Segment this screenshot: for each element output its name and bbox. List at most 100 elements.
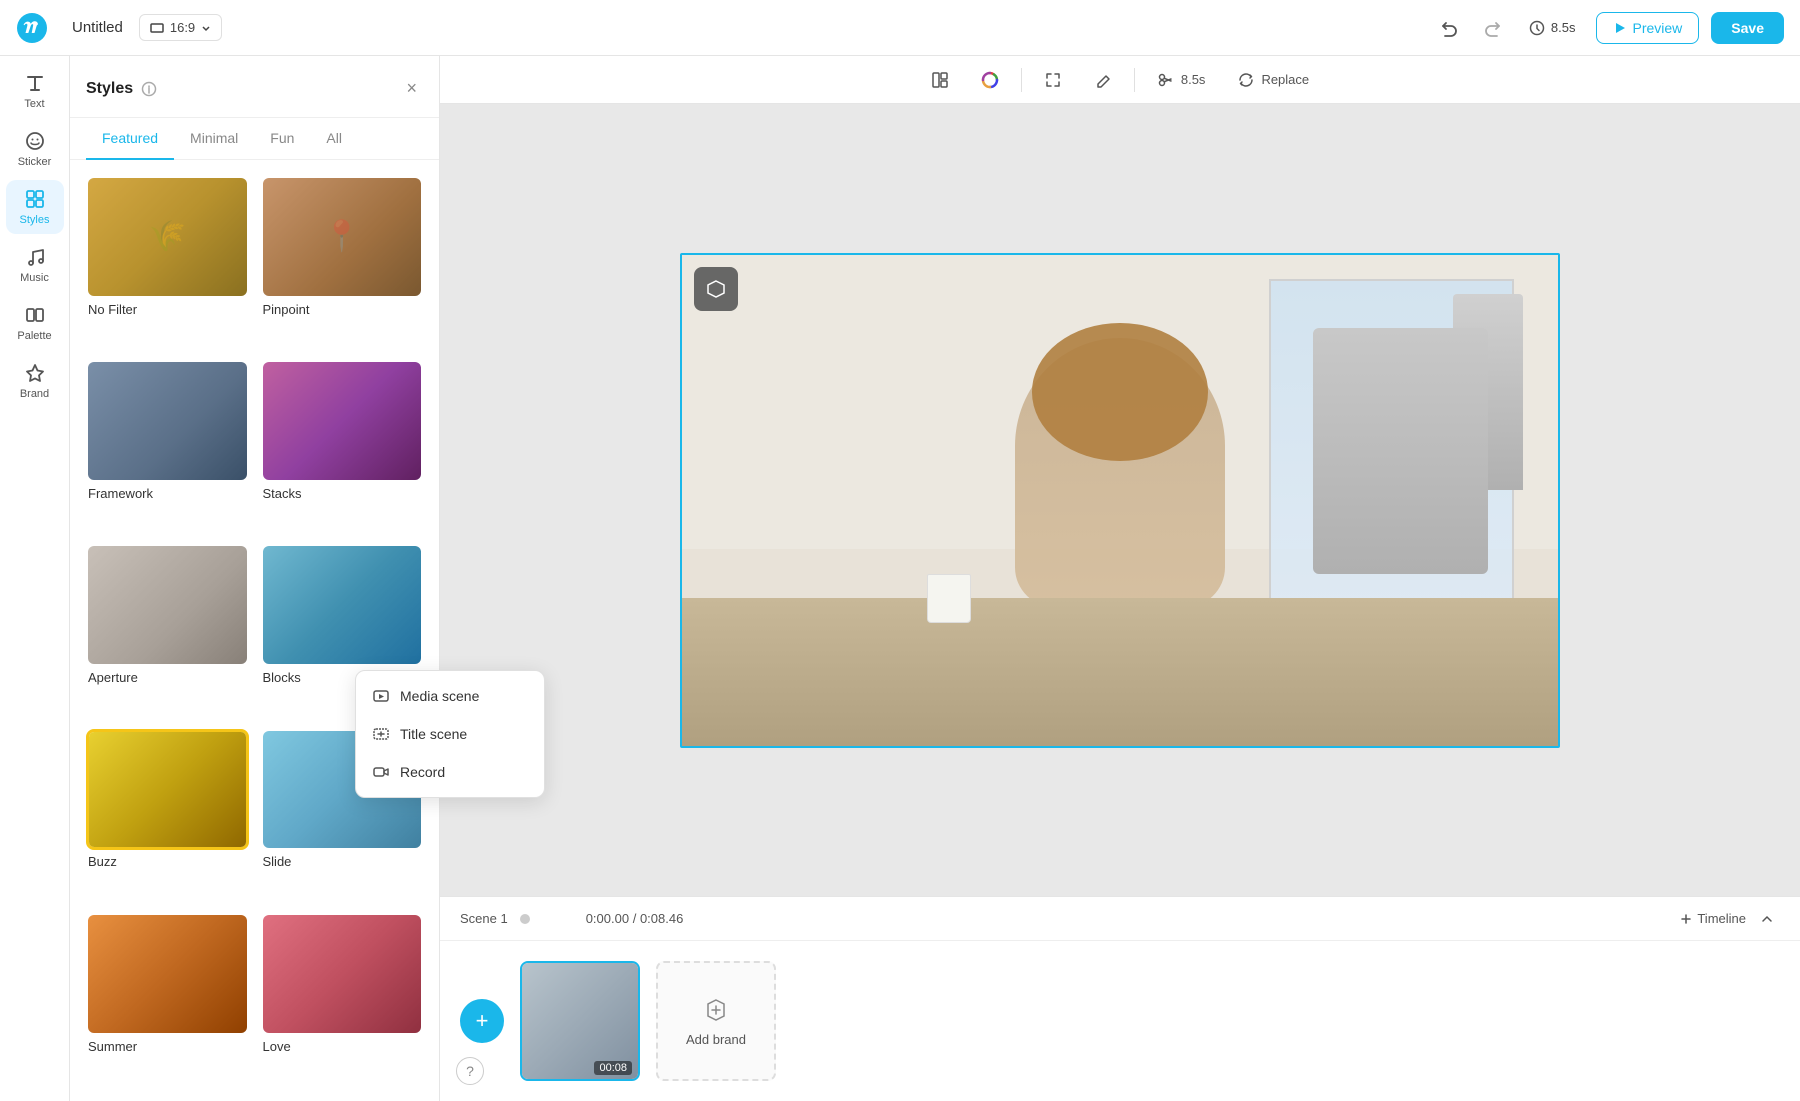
aspect-ratio-button[interactable]: 16:9 [139,14,222,41]
canvas-area: 8.5s Replace [440,56,1800,1101]
dropdown-item-label: Record [400,764,445,780]
desk-surface [682,598,1558,745]
expand-icon [1044,71,1062,89]
canvas-frame[interactable] [680,253,1560,748]
redo-button[interactable] [1477,12,1509,44]
style-thumb-aperture [86,544,249,666]
timeline-controls: Timeline [1679,906,1780,932]
style-item-no-filter[interactable]: 🌾 No Filter [86,176,249,348]
styles-title: Styles [86,80,157,98]
style-label: Buzz [86,854,249,869]
sidebar-item-label: Music [20,272,49,284]
style-label: Stacks [261,486,424,501]
preview-button[interactable]: Preview [1596,12,1700,44]
canvas-badge[interactable] [694,267,738,311]
tab-fun[interactable]: Fun [254,118,310,160]
scene-time: 00:08 [594,1061,632,1075]
style-thumb-stacks [261,360,424,482]
style-label: Summer [86,1039,249,1054]
canvas-toolbar: 8.5s Replace [440,56,1800,104]
dropdown-item-label: Media scene [400,688,479,704]
add-brand-button[interactable]: Add brand [656,961,776,1081]
style-item-pinpoint[interactable]: 📍 Pinpoint [261,176,424,348]
styles-grid: 🌾 No Filter 📍 Pinpoint Framework [70,160,439,1101]
tab-featured[interactable]: Featured [86,118,174,160]
dropdown-item-media-scene[interactable]: Media scene [356,677,544,715]
style-thumb-summer [86,913,249,1035]
styles-header: Styles × [70,56,439,118]
timeline-scene-info: Scene 1 0:00.00 / 0:08.46 [460,911,683,926]
toolbar-divider [1021,68,1022,92]
undo-button[interactable] [1433,12,1465,44]
tab-all[interactable]: All [310,118,358,160]
style-label: Framework [86,486,249,501]
scene-thumbnail[interactable]: 00:08 [520,961,640,1081]
chevron-up-icon [1760,912,1774,926]
sidebar-item-sticker[interactable]: Sticker [6,122,64,176]
record-icon [372,763,390,781]
style-label: Pinpoint [261,302,424,317]
sidebar-item-music[interactable]: Music [6,238,64,292]
timeline-collapse-button[interactable] [1754,906,1780,932]
style-item-aperture[interactable]: Aperture [86,544,249,716]
style-thumb-no-filter: 🌾 [86,176,249,298]
topbar: Untitled 16:9 8.5s [0,0,1800,56]
sidebar-item-text[interactable]: Text [6,64,64,118]
style-thumb-buzz [86,729,249,851]
icon-sidebar: Text Sticker Styles [0,56,70,1101]
style-thumb-pinpoint: 📍 [261,176,424,298]
add-brand-icon [702,996,730,1024]
title-scene-icon [372,725,390,743]
style-label: No Filter [86,302,249,317]
color-button[interactable] [971,65,1009,95]
edit-icon [1094,71,1112,89]
sidebar-item-label: Text [24,98,44,110]
toolbar-divider-2 [1134,68,1135,92]
office-scene-bg [682,255,1558,746]
style-item-stacks[interactable]: Stacks [261,360,424,532]
brand-icon [24,362,46,384]
help-button[interactable]: ? [456,1057,484,1085]
styles-close-button[interactable]: × [400,72,423,105]
music-icon [24,246,46,268]
doc-title[interactable]: Untitled [72,19,123,36]
timeline-content: + 00:08 Add brand [440,941,1800,1101]
dropdown-menu: Media scene Title scene Record [355,670,545,798]
sticker-icon [24,130,46,152]
chevron-down-icon [201,23,211,33]
vimeo-logo [16,12,48,44]
info-icon [141,81,157,97]
sidebar-item-palette[interactable]: Palette [6,296,64,350]
save-button[interactable]: Save [1711,12,1784,44]
timeline-header: Scene 1 0:00.00 / 0:08.46 [440,897,1800,941]
styles-panel: Styles × Featured Minimal Fun All 🌾 No F… [70,56,440,1101]
styles-title-text: Styles [86,80,133,98]
timeline-area: Scene 1 0:00.00 / 0:08.46 [440,896,1800,1101]
tab-minimal[interactable]: Minimal [174,118,254,160]
style-thumb-blocks [261,544,424,666]
style-item-summer[interactable]: Summer [86,913,249,1085]
dropdown-item-title-scene[interactable]: Title scene [356,715,544,753]
style-label: Aperture [86,670,249,685]
style-item-buzz[interactable]: Buzz [86,729,249,901]
edit-button[interactable] [1084,65,1122,95]
aspect-ratio-icon [150,21,164,35]
timeline-toggle-button[interactable]: Timeline [1679,911,1746,926]
sidebar-item-label: Brand [20,388,49,400]
style-item-love[interactable]: Love [261,913,424,1085]
scissors-button[interactable]: 8.5s [1147,65,1216,95]
sidebar-item-styles[interactable]: Styles [6,180,64,234]
time-display: 8.5s [1521,20,1584,36]
sidebar-item-brand[interactable]: Brand [6,354,64,408]
expand-button[interactable] [1034,65,1072,95]
style-item-framework[interactable]: Framework [86,360,249,532]
person-head [1032,323,1207,460]
replace-button[interactable]: Replace [1227,65,1319,95]
sidebar-item-label: Styles [20,214,50,226]
style-label: Love [261,1039,424,1054]
layout-button[interactable] [921,65,959,95]
dropdown-item-record[interactable]: Record [356,753,544,791]
add-scene-button[interactable]: + [460,999,504,1043]
palette-icon [24,304,46,326]
topbar-right: 8.5s Preview Save [1433,12,1784,44]
